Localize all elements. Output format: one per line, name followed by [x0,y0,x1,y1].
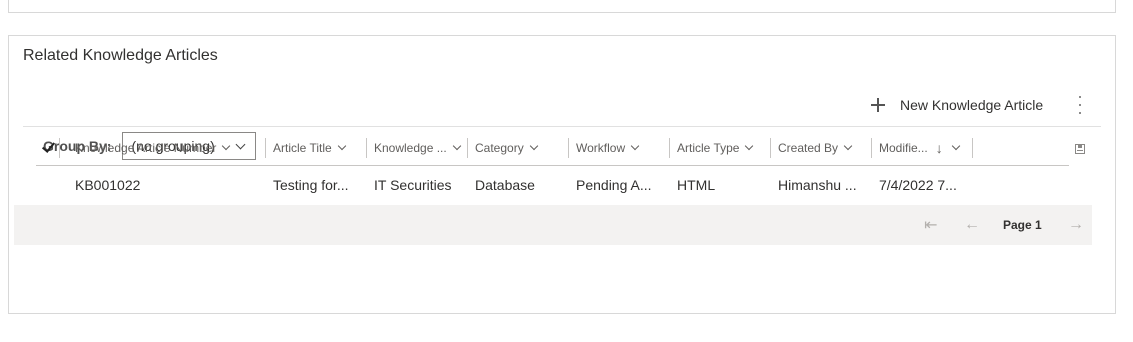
plus-icon [871,98,885,112]
next-page-button[interactable]: → [1068,205,1084,245]
chevron-down-icon [951,141,960,151]
new-knowledge-article-label: New Knowledge Article [900,97,1044,113]
save-icon[interactable] [1075,144,1085,154]
chevron-down-icon [337,141,346,151]
first-page-icon: ⇤ [924,217,938,234]
column-header-modified[interactable]: Modifie... ↓ [879,137,960,159]
column-header-knowledge-article-number[interactable]: Knowledge Article Number [75,137,231,159]
table-row[interactable]: KB001022 Testing for... IT Securities Da… [36,166,1069,204]
column-header-category[interactable]: Category [475,137,538,159]
column-divider [568,138,569,158]
cell-workflow: Pending A... [576,177,652,193]
column-divider [59,138,60,158]
column-header-article-type[interactable]: Article Type [677,137,754,159]
column-header-created-by[interactable]: Created By [778,137,853,159]
column-header-knowledge[interactable]: Knowledge ... [374,137,461,159]
more-commands-icon[interactable] [1075,96,1085,114]
column-divider [972,138,973,158]
command-bar-divider [23,126,1101,127]
chevron-down-icon [843,141,853,151]
column-divider [265,138,266,158]
new-knowledge-article-button[interactable]: New Knowledge Article [871,94,1043,116]
grid-footer: ⇤ ← Page 1 → [14,205,1092,245]
cell-category: Database [475,177,535,193]
chevron-down-icon [529,141,538,151]
chevron-down-icon [745,141,754,151]
next-page-icon: → [1068,216,1084,233]
column-divider [770,138,771,158]
column-header-workflow[interactable]: Workflow [576,137,640,159]
cell-created-by[interactable]: Himanshu ... [778,166,857,204]
sort-descending-icon: ↓ [935,140,943,156]
cell-article-title[interactable]: Testing for... [273,166,348,204]
first-page-button[interactable]: ⇤ [924,205,937,245]
cell-article-type: HTML [677,177,716,193]
cell-knowledge: IT Securities [374,177,452,193]
column-divider [871,138,872,158]
page-indicator: Page 1 [1003,218,1042,232]
previous-page-button[interactable]: ← [964,205,980,245]
previous-page-icon: ← [964,216,980,233]
previous-section-panel [8,0,1116,13]
chevron-down-icon [222,141,231,151]
cell-knowledge-article-number[interactable]: KB001022 [75,166,140,204]
column-divider [669,138,670,158]
column-header-article-title[interactable]: Article Title [273,137,346,159]
section-title: Related Knowledge Articles [23,47,218,64]
select-all-checkmark-icon[interactable] [41,139,56,153]
chevron-down-icon [630,141,640,151]
cell-modified: 7/4/2022 7... [879,177,957,193]
column-divider [467,138,468,158]
chevron-down-icon [452,141,461,151]
column-divider [366,138,367,158]
grid-header-row: Knowledge Article Number Article Title K… [36,133,1076,163]
